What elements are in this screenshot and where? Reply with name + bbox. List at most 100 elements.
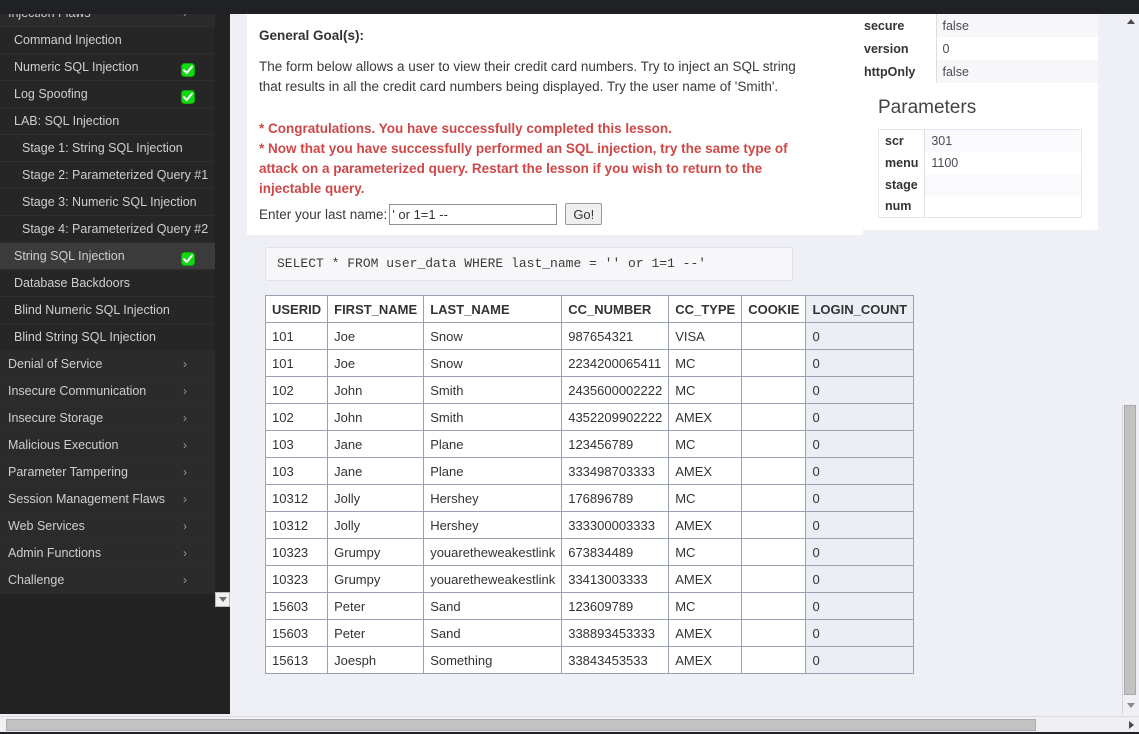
green-check-icon: [181, 60, 195, 77]
cell-last_name: youaretheweakestlink: [423, 565, 563, 593]
chevron-right-icon: ›: [183, 546, 187, 560]
vertical-scrollbar-thumb[interactable]: [1124, 405, 1136, 695]
lastname-input[interactable]: [389, 203, 558, 225]
cell-first_name: Jane: [327, 457, 425, 485]
cell-userid: 103: [264, 430, 329, 458]
parameter-row: stage: [878, 173, 1082, 196]
sidebar-item-database-backdoors[interactable]: Database Backdoors: [0, 270, 215, 297]
scroll-right-button[interactable]: [1125, 719, 1137, 731]
pane-scroll-down-button[interactable]: [1124, 698, 1138, 712]
sidebar-item-web-services[interactable]: Web Services ›: [0, 513, 215, 540]
cell-cookie: [741, 646, 807, 674]
chevron-right-icon: ›: [183, 519, 187, 533]
cell-userid: 101: [264, 349, 329, 377]
sidebar-item-command-injection[interactable]: Command Injection: [0, 27, 215, 54]
sidebar-item-admin-functions[interactable]: Admin Functions ›: [0, 540, 215, 567]
parameter-row: num: [878, 195, 1082, 218]
cell-userid: 10323: [264, 565, 329, 593]
table-row: 101 Joe Snow 2234200065411 MC 0: [264, 349, 915, 377]
sidebar-item-stage-2-parameterized-query-1[interactable]: Stage 2: Parameterized Query #1: [0, 162, 215, 189]
cell-first_name: Jolly: [327, 511, 425, 539]
horizontal-scrollbar-thumb[interactable]: [6, 719, 1036, 731]
cell-login_count: 0: [805, 565, 915, 593]
sidebar-item-stage-4-parameterized-query-2[interactable]: Stage 4: Parameterized Query #2: [0, 216, 215, 243]
cell-userid: 103: [264, 457, 329, 485]
chevron-right-icon: [1128, 721, 1134, 729]
cookie-attribute-row: secure false: [858, 14, 1098, 37]
column-header-cc_number: CC_NUMBER: [561, 295, 670, 323]
sidebar-item-label: Log Spoofing: [14, 87, 88, 102]
sidebar-item-log-spoofing[interactable]: Log Spoofing: [0, 81, 215, 108]
cell-userid: 10323: [264, 538, 329, 566]
sidebar-item-lab-sql-injection[interactable]: LAB: SQL Injection: [0, 108, 215, 135]
sidebar-item-stage-1-string-sql-injection[interactable]: Stage 1: String SQL Injection: [0, 135, 215, 162]
parameter-row: scr 301: [878, 129, 1082, 152]
parameter-key: num: [878, 195, 926, 218]
pane-vertical-scrollbar[interactable]: [1122, 405, 1137, 714]
sidebar-item-parameter-tampering[interactable]: Parameter Tampering ›: [0, 459, 215, 486]
cookie-attribute-value: 0: [936, 37, 1098, 60]
cell-cc_number: 2234200065411: [561, 349, 670, 377]
horizontal-scrollbar[interactable]: [0, 716, 1139, 732]
cell-cc_number: 123609789: [561, 592, 670, 620]
cell-last_name: Hershey: [423, 484, 563, 512]
sidebar-scrollbar[interactable]: [215, 0, 230, 614]
sidebar-scroll-down-button[interactable]: [215, 592, 230, 607]
sidebar-item-label: Session Management Flaws: [8, 492, 166, 507]
table-row: 103 Jane Plane 333498703333 AMEX 0: [264, 457, 915, 485]
sidebar-item-numeric-sql-injection[interactable]: Numeric SQL Injection: [0, 54, 215, 81]
sidebar-item-label: Command Injection: [14, 33, 122, 48]
cell-cc_number: 2435600002222: [561, 376, 670, 404]
sidebar-item-stage-3-numeric-sql-injection[interactable]: Stage 3: Numeric SQL Injection: [0, 189, 215, 216]
cookie-attributes-table: secure false version 0 httpOnly false: [858, 14, 1098, 83]
sidebar-item-challenge[interactable]: Challenge ›: [0, 567, 215, 594]
cell-first_name: Joesph: [327, 646, 425, 674]
top-chrome-strip: [0, 0, 1139, 14]
cell-cookie: [741, 376, 807, 404]
sidebar-item-blind-numeric-sql-injection[interactable]: Blind Numeric SQL Injection: [0, 297, 215, 324]
sidebar-item-label: Insecure Storage: [8, 411, 104, 426]
cell-login_count: 0: [805, 646, 915, 674]
sidebar-filler: [0, 605, 230, 714]
column-header-cc_type: CC_TYPE: [668, 295, 743, 323]
lesson-card: General Goal(s): The form below allows a…: [247, 14, 863, 235]
cell-last_name: Snow: [423, 322, 563, 350]
chevron-right-icon: ›: [183, 492, 187, 506]
cookie-attribute-key: secure: [858, 14, 937, 37]
cookie-attribute-row: version 0: [858, 37, 1098, 60]
sidebar-item-blind-string-sql-injection[interactable]: Blind String SQL Injection: [0, 324, 215, 351]
cell-cookie: [741, 403, 807, 431]
parameters-heading: Parameters: [878, 97, 977, 118]
table-row: 10323 Grumpy youaretheweakestlink 334130033…: [264, 565, 915, 593]
cell-login_count: 0: [805, 511, 915, 539]
cell-cookie: [741, 349, 807, 377]
sidebar-item-label: Blind String SQL Injection: [14, 330, 156, 345]
sidebar-item-label: Denial of Service: [8, 357, 103, 372]
cell-login_count: 0: [805, 592, 915, 620]
cell-login_count: 0: [805, 484, 915, 512]
cell-first_name: Grumpy: [327, 565, 425, 593]
cell-cc_type: AMEX: [668, 646, 743, 674]
sidebar-item-label: Insecure Communication: [8, 384, 147, 399]
sidebar-item-string-sql-injection[interactable]: String SQL Injection: [0, 243, 215, 270]
sidebar-item-session-management-flaws[interactable]: Session Management Flaws ›: [0, 486, 215, 513]
cell-userid: 10312: [264, 511, 329, 539]
pane-scroll-up-button[interactable]: [1124, 14, 1138, 28]
chevron-right-icon: ›: [183, 438, 187, 452]
sidebar-item-insecure-communication[interactable]: Insecure Communication ›: [0, 378, 215, 405]
sidebar-item-label: Numeric SQL Injection: [14, 60, 139, 75]
table-row: 102 John Smith 4352209902222 AMEX 0: [264, 403, 915, 431]
parameter-key: scr: [878, 129, 926, 152]
cell-cc_type: MC: [668, 484, 743, 512]
sidebar-item-malicious-execution[interactable]: Malicious Execution ›: [0, 432, 215, 459]
sidebar-item-denial-of-service[interactable]: Denial of Service ›: [0, 351, 215, 378]
cell-cookie: [741, 322, 807, 350]
cell-cc_number: 123456789: [561, 430, 670, 458]
sidebar-item-insecure-storage[interactable]: Insecure Storage ›: [0, 405, 215, 432]
cell-cc_type: VISA: [668, 322, 743, 350]
go-button[interactable]: Go!: [565, 203, 603, 225]
cell-cc_number: 333300003333: [561, 511, 670, 539]
cell-first_name: John: [327, 376, 425, 404]
chevron-right-icon: ›: [183, 465, 187, 479]
cell-last_name: Sand: [423, 592, 563, 620]
